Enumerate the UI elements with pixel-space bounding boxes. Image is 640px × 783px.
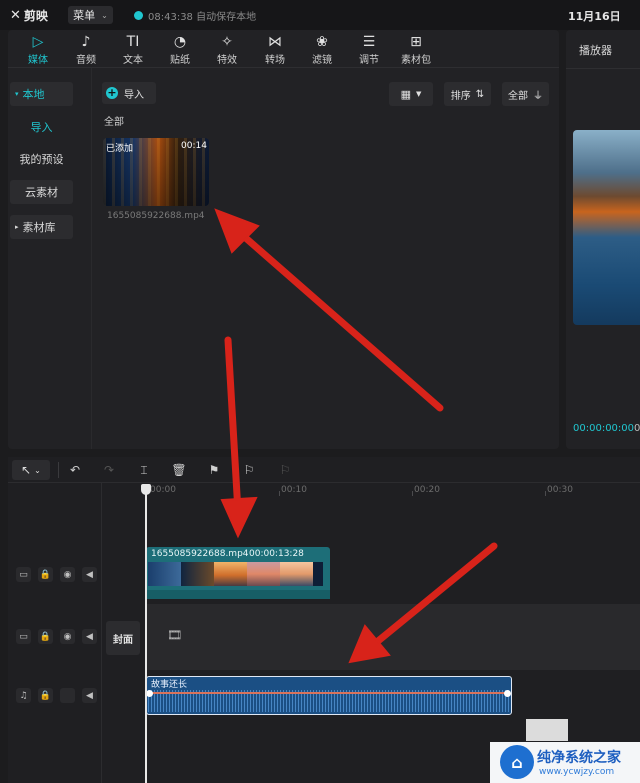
arrow-to-thumbnail (228, 222, 444, 412)
arrow-to-clip (224, 336, 242, 516)
arrowhead (220, 496, 258, 539)
arrowhead (348, 624, 391, 664)
watermark-url: www.ycwjzy.com (539, 767, 615, 777)
watermark-logo-icon: ⌂ (500, 745, 534, 779)
annotation-arrows (214, 208, 498, 664)
watermark-title: 纯净系统之家 (537, 750, 621, 766)
arrow-to-audio (368, 542, 498, 650)
